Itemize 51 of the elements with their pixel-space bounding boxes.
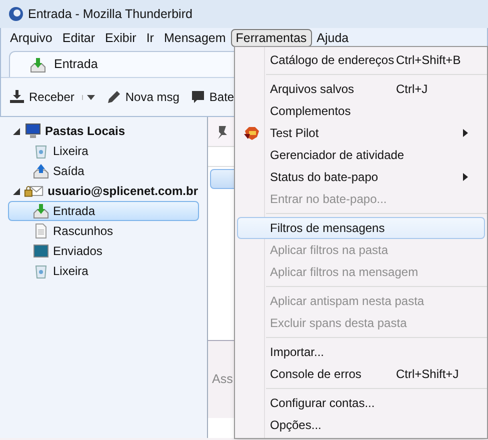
submenu-arrow-icon bbox=[463, 129, 468, 137]
expander-icon[interactable] bbox=[13, 128, 21, 134]
document-icon bbox=[33, 223, 49, 239]
menu-item[interactable]: Ajuda bbox=[312, 29, 354, 47]
trash-icon bbox=[33, 143, 49, 159]
menu-item[interactable]: Editar bbox=[57, 29, 100, 47]
folder-item[interactable]: Lixeira bbox=[8, 141, 199, 161]
pencil-icon bbox=[107, 90, 122, 104]
speech-bubble-icon bbox=[191, 90, 206, 104]
menu-item[interactable]: Importar... bbox=[237, 341, 485, 363]
computer-icon bbox=[25, 123, 41, 139]
menu-item[interactable]: Configurar contas... bbox=[237, 392, 485, 414]
menu-item[interactable]: Ferramentas bbox=[230, 29, 312, 47]
inbox-icon bbox=[33, 203, 49, 219]
menu-item[interactable]: Gerenciador de atividade bbox=[237, 144, 485, 166]
submenu-arrow-icon bbox=[463, 173, 468, 181]
inbox-icon bbox=[30, 56, 46, 72]
menu-item[interactable]: Arquivos salvos Ctrl+J bbox=[237, 78, 485, 100]
toolbar-button[interactable]: Nova msg bbox=[107, 88, 180, 106]
menu-item[interactable]: Exibir bbox=[100, 29, 142, 47]
preview-label: Ass bbox=[212, 371, 233, 388]
shortcut-label: Ctrl+J bbox=[396, 81, 429, 98]
trash-icon bbox=[33, 263, 49, 279]
menu-item[interactable]: Ir bbox=[141, 29, 159, 47]
toolbar-button[interactable]: Bate bbox=[191, 88, 234, 106]
sent-folder-icon bbox=[33, 243, 49, 259]
menu-item[interactable]: Console de erros Ctrl+Shift+J bbox=[237, 363, 485, 385]
toolbar-button[interactable]: Receber bbox=[9, 88, 96, 106]
outbox-icon bbox=[33, 163, 49, 179]
menu-item[interactable]: Mensagem bbox=[158, 29, 231, 47]
folder-item[interactable]: Entrada bbox=[8, 201, 199, 221]
menu-item[interactable]: Test Pilot bbox=[237, 122, 485, 144]
envelope-lock-icon bbox=[24, 183, 44, 199]
folder-item[interactable]: Pastas Locais bbox=[8, 121, 199, 141]
folder-item[interactable]: Enviados bbox=[8, 241, 199, 261]
menu-item[interactable]: Arquivo bbox=[5, 29, 58, 47]
shortcut-label: Ctrl+Shift+J bbox=[396, 366, 460, 383]
folder-item[interactable]: Rascunhos bbox=[8, 221, 199, 241]
shortcut-label: Ctrl+Shift+B bbox=[396, 52, 462, 69]
menu-item[interactable]: Opções... bbox=[237, 414, 485, 436]
folder-item[interactable]: usuario@splicenet.com.br bbox=[8, 181, 199, 201]
menu-item[interactable]: Complementos bbox=[237, 100, 485, 122]
dropdown-icon[interactable] bbox=[82, 94, 96, 100]
menu-item[interactable]: Filtros de mensagens bbox=[237, 217, 485, 239]
folder-item[interactable]: Saída bbox=[8, 161, 199, 181]
window-title: Entrada - Mozilla Thunderbird bbox=[28, 6, 192, 23]
menu-item[interactable]: Status do bate-papo bbox=[237, 166, 485, 188]
app-logo-icon bbox=[8, 6, 24, 22]
folder-item[interactable]: Lixeira bbox=[8, 261, 199, 281]
download-icon bbox=[9, 90, 25, 104]
expander-icon[interactable] bbox=[13, 188, 20, 194]
